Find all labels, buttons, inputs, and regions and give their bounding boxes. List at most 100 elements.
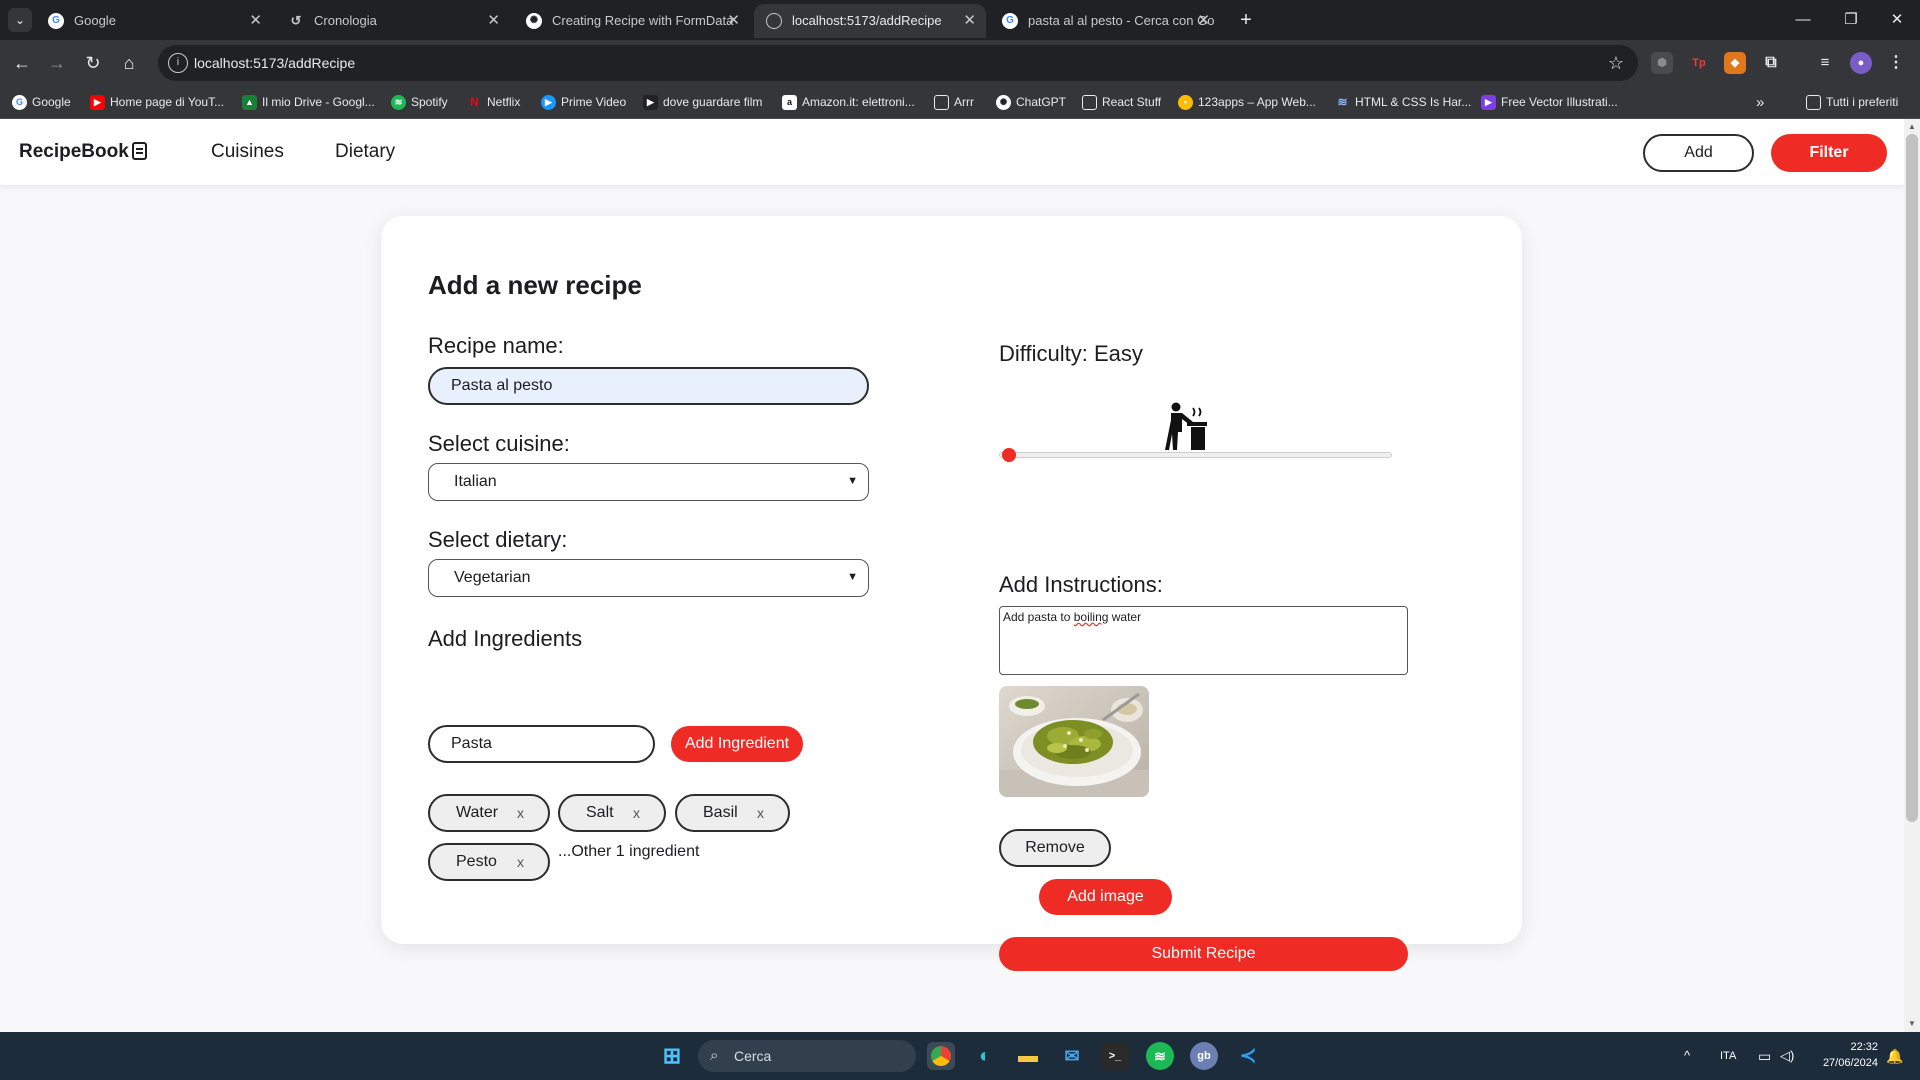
window-close-button[interactable]: ✕ xyxy=(1874,0,1920,40)
cuisine-selected-value: Italian xyxy=(454,473,497,490)
network-icon[interactable]: ▭ xyxy=(1758,1032,1771,1080)
difficulty-slider-thumb[interactable] xyxy=(1002,448,1016,462)
url-text[interactable]: localhost:5173/addRecipe xyxy=(194,45,355,81)
menu-kebab-icon[interactable]: ⋮ xyxy=(1885,52,1907,74)
add-ingredient-button[interactable]: Add Ingredient xyxy=(671,726,803,762)
search-icon: ⌕ xyxy=(710,1047,719,1064)
bookmark-html-css[interactable]: ≋ HTML & CSS Is Har... xyxy=(1335,86,1471,119)
bookmark-amazon[interactable]: a Amazon.it: elettroni... xyxy=(782,86,915,119)
tp-extension-icon[interactable]: Tp xyxy=(1688,52,1710,74)
media-controls-icon[interactable]: ≡ xyxy=(1814,52,1836,74)
scroll-down-arrow-icon[interactable]: ▼ xyxy=(1904,1017,1920,1031)
close-icon[interactable]: ✕ xyxy=(963,4,976,38)
vscode-icon[interactable]: ≺ xyxy=(1234,1042,1262,1070)
tab-history[interactable]: ↺ Cronologia ✕ xyxy=(276,4,510,38)
instructions-textarea[interactable]: Add pasta to boiling water xyxy=(999,606,1408,675)
bookmark-netflix[interactable]: N Netflix xyxy=(467,86,520,119)
app-navbar: RecipeBook Cuisines Dietary Add Filter xyxy=(0,119,1904,185)
123apps-icon: • xyxy=(1178,95,1193,110)
bookmark-star-icon[interactable]: ☆ xyxy=(1608,45,1624,81)
bookmark-prime-video[interactable]: ▶ Prime Video xyxy=(541,86,626,119)
volume-icon[interactable]: ◁) xyxy=(1780,1032,1794,1080)
tray-overflow-icon[interactable]: ^ xyxy=(1684,1032,1690,1080)
bookmark-dove-guardare[interactable]: ▶ dove guardare film xyxy=(643,86,762,119)
recipe-name-input[interactable]: Pasta al pesto xyxy=(428,367,869,405)
bookmark-youtube[interactable]: ▶ Home page di YouT... xyxy=(90,86,224,119)
recipe-name-label: Recipe name: xyxy=(428,333,564,358)
tab-google-search[interactable]: G pasta al al pesto - Cerca con Go ✕ xyxy=(990,4,1220,38)
tab-chatgpt[interactable]: ✺ Creating Recipe with FormData ✕ xyxy=(514,4,750,38)
spotify-taskbar-icon[interactable]: ≋ xyxy=(1146,1042,1174,1070)
app-taskbar-icon[interactable]: gb xyxy=(1190,1042,1218,1070)
nav-dietary[interactable]: Dietary xyxy=(335,119,395,185)
bookmarks-bar: G Google ▶ Home page di YouT... ▲ Il mio Dr… xyxy=(0,86,1920,119)
ingredient-chip-label: Water xyxy=(456,804,499,821)
file-explorer-icon[interactable]: ▬ xyxy=(1014,1042,1042,1070)
profile-avatar[interactable]: ● xyxy=(1850,52,1872,74)
scroll-up-arrow-icon[interactable]: ▲ xyxy=(1904,120,1920,134)
taskbar-search[interactable]: ⌕ Cerca xyxy=(698,1040,916,1072)
more-ingredients-text: ...Other 1 ingredient xyxy=(558,843,700,860)
remove-ingredient-icon[interactable]: x xyxy=(517,796,524,830)
filter-button[interactable]: Filter xyxy=(1771,134,1887,172)
reload-button[interactable]: ↻ xyxy=(79,49,107,77)
bookmark-chatgpt[interactable]: ✺ ChatGPT xyxy=(996,86,1066,119)
add-image-button[interactable]: Add image xyxy=(1039,879,1172,915)
bookmark-all-folder[interactable]: Tutti i preferiti xyxy=(1806,86,1898,119)
remove-image-button[interactable]: Remove xyxy=(999,829,1111,867)
minimize-button[interactable]: — xyxy=(1780,0,1826,40)
restore-button[interactable]: ❐ xyxy=(1828,0,1874,40)
tab-google[interactable]: G Google ✕ xyxy=(36,4,272,38)
close-icon[interactable]: ✕ xyxy=(727,4,740,38)
remove-ingredient-icon[interactable]: x xyxy=(757,796,764,830)
close-icon[interactable]: ✕ xyxy=(249,4,262,38)
tab-localhost[interactable]: localhost:5173/addRecipe ✕ xyxy=(754,4,986,38)
instructions-label: Add Instructions: xyxy=(999,572,1163,597)
bookmark-free-vector[interactable]: ▶ Free Vector Illustrati... xyxy=(1481,86,1618,119)
windows-start-icon[interactable]: ⊞ xyxy=(658,1042,686,1070)
tab-search-button[interactable]: ⌄ xyxy=(8,8,32,32)
close-icon[interactable]: ✕ xyxy=(1197,4,1210,38)
scrollbar-thumb[interactable] xyxy=(1906,134,1918,822)
notification-bell-icon[interactable]: 🔔 xyxy=(1886,1032,1903,1080)
site-info-icon[interactable]: i xyxy=(168,53,188,73)
bookmark-123apps[interactable]: • 123apps – App Web... xyxy=(1178,86,1316,119)
windows-taskbar: ⊞ ⌕ Cerca ◐ ▬ ✉ >_ ≋ gb ≺ ^ ITA ▭ ◁) 22:… xyxy=(0,1032,1920,1080)
edge-taskbar-icon[interactable]: ◐ xyxy=(971,1042,999,1070)
add-recipe-nav-button[interactable]: Add xyxy=(1643,134,1754,172)
bookmarks-overflow-icon[interactable]: » xyxy=(1756,86,1764,119)
bookmark-folder-react[interactable]: React Stuff xyxy=(1082,86,1161,119)
dietary-select[interactable]: Vegetarian ▼ xyxy=(428,559,869,597)
bookmark-spotify[interactable]: ≋ Spotify xyxy=(391,86,448,119)
submit-recipe-button[interactable]: Submit Recipe xyxy=(999,937,1408,971)
language-indicator[interactable]: ITA xyxy=(1720,1032,1736,1080)
remove-ingredient-icon[interactable]: x xyxy=(633,796,640,830)
new-tab-button[interactable]: + xyxy=(1232,6,1260,34)
remove-ingredient-icon[interactable]: x xyxy=(517,845,524,879)
recipe-image-preview xyxy=(999,686,1149,797)
bookmark-drive[interactable]: ▲ Il mio Drive - Googl... xyxy=(242,86,375,119)
chrome-taskbar-icon[interactable] xyxy=(927,1042,955,1070)
address-bar[interactable]: i localhost:5173/addRecipe ☆ xyxy=(158,45,1638,81)
extensions-puzzle-icon[interactable]: ⧉ xyxy=(1760,52,1782,74)
difficulty-slider-track[interactable] xyxy=(999,452,1392,458)
fox-extension-icon[interactable]: ◆ xyxy=(1724,52,1746,74)
taskbar-clock[interactable]: 22:32 27/06/2024 xyxy=(1812,1039,1878,1071)
browser-chrome: ⌄ G Google ✕ ↺ Cronologia ✕ ✺ Creating R… xyxy=(0,0,1920,119)
bookmark-folder-arrr[interactable]: Arrr xyxy=(934,86,974,119)
back-button[interactable]: ← xyxy=(8,49,36,77)
nav-cuisines[interactable]: Cuisines xyxy=(211,119,284,185)
ingredient-input[interactable]: Pasta xyxy=(428,725,655,763)
forward-button[interactable]: → xyxy=(43,49,71,77)
brand-logo[interactable]: RecipeBook xyxy=(19,119,129,185)
extension-icon[interactable]: ⬢ xyxy=(1651,52,1673,74)
form-title: Add a new recipe xyxy=(428,270,642,300)
ingredient-chip: Salt x xyxy=(558,794,666,832)
terminal-icon[interactable]: >_ xyxy=(1101,1042,1129,1070)
mail-icon[interactable]: ✉ xyxy=(1058,1042,1086,1070)
cuisine-select[interactable]: Italian ▼ xyxy=(428,463,869,501)
home-button[interactable]: ⌂ xyxy=(115,49,143,77)
clock-time: 22:32 xyxy=(1850,1041,1878,1053)
bookmark-google[interactable]: G Google xyxy=(12,86,71,119)
close-icon[interactable]: ✕ xyxy=(487,4,500,38)
